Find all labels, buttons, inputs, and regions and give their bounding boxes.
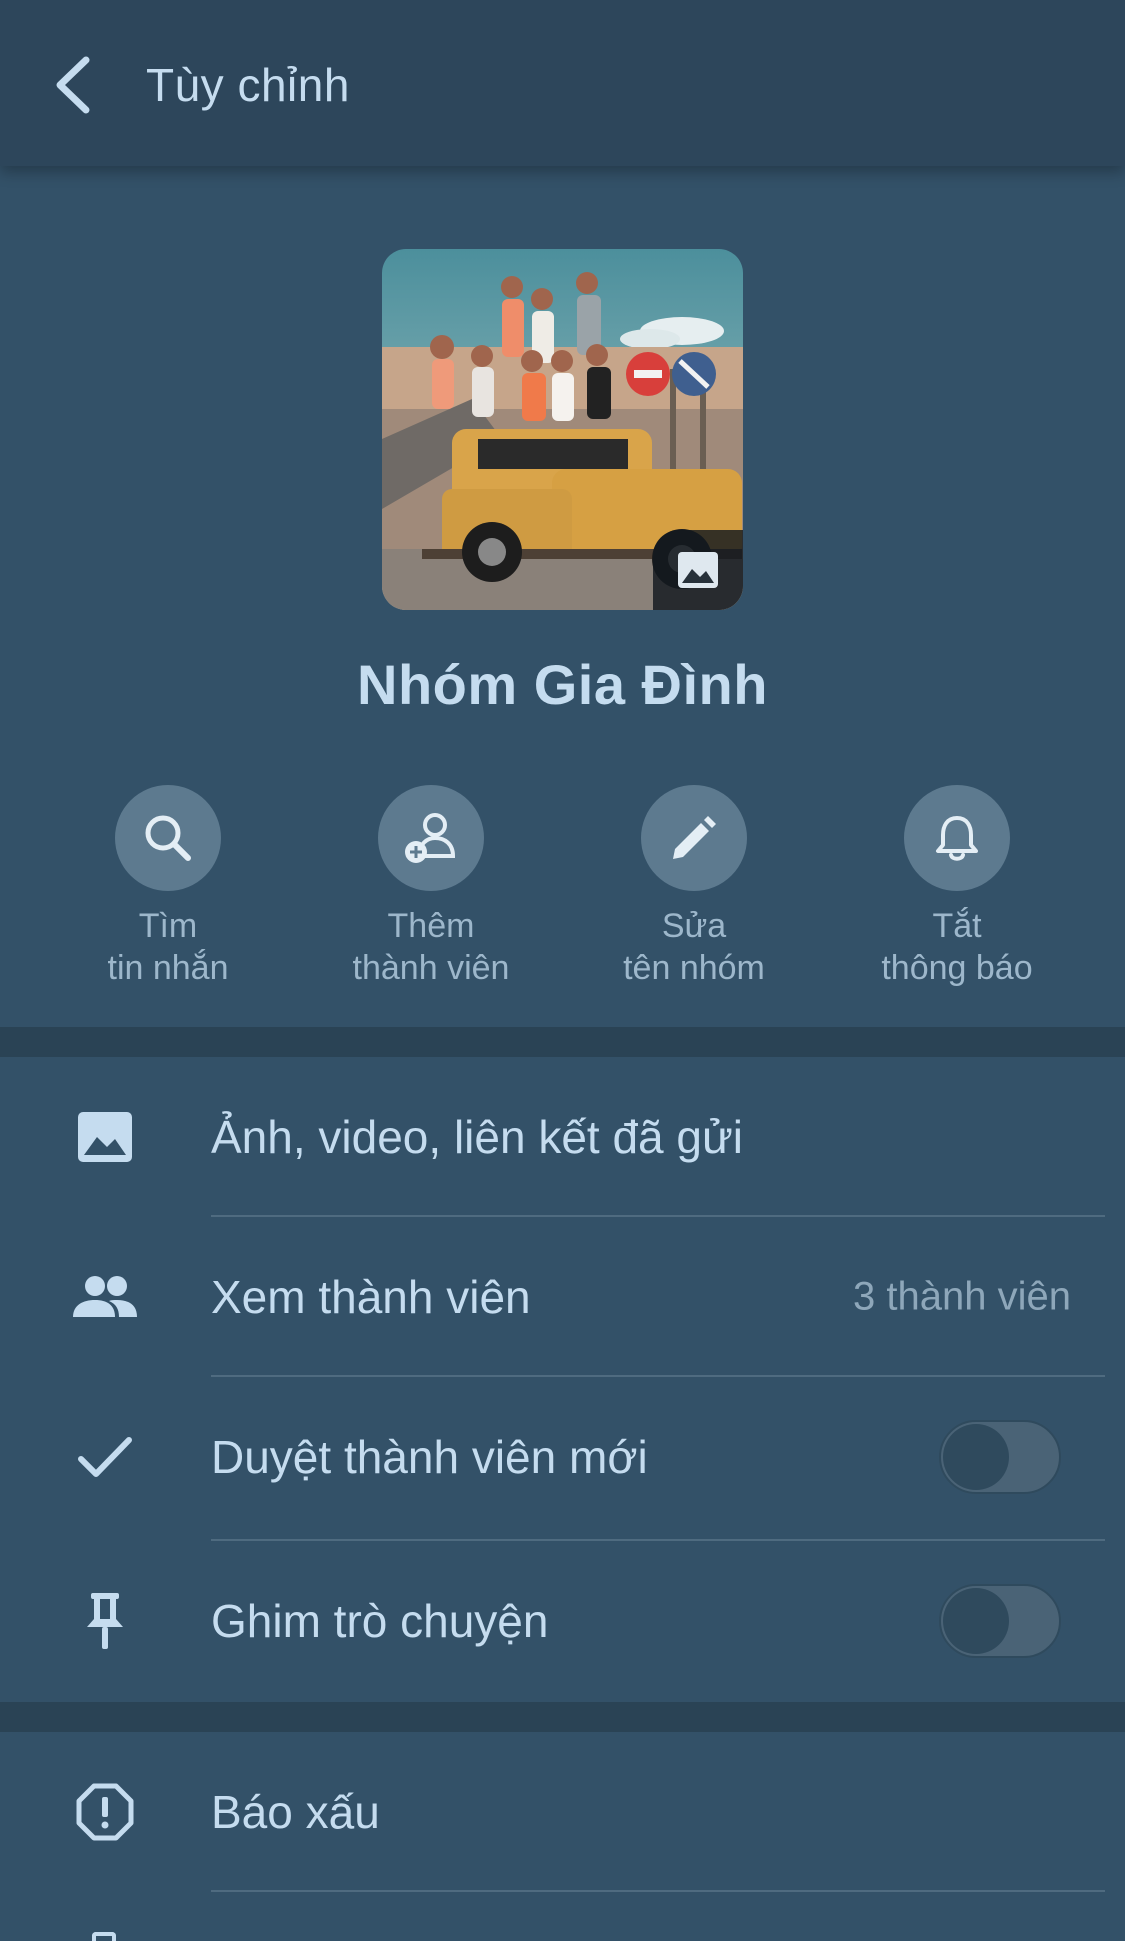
- pin-chat-row: Ghim trò chuyện: [0, 1541, 1125, 1701]
- toggle-knob: [943, 1424, 1009, 1490]
- next-row-icon: [92, 1932, 116, 1941]
- group-name: Nhóm Gia Đình: [357, 653, 768, 716]
- action-label: Sửa tên nhóm: [623, 907, 765, 987]
- section-separator: [0, 1702, 1125, 1732]
- report-row[interactable]: Báo xấu: [0, 1732, 1125, 1892]
- pencil-icon: [641, 785, 747, 891]
- approve-members-toggle[interactable]: [939, 1420, 1061, 1494]
- search-icon: [115, 785, 221, 891]
- image-icon: [70, 1102, 140, 1172]
- rename-group-button[interactable]: Sửa tên nhóm: [574, 785, 814, 989]
- pin-chat-label: Ghim trò chuyện: [211, 1595, 549, 1647]
- page-title: Tùy chỉnh: [146, 59, 350, 111]
- member-count: 3 thành viên: [853, 1274, 1071, 1319]
- add-member-icon: [378, 785, 484, 891]
- quick-actions: Tìm tin nhắn Thêm thành viên Sửa tên nhó…: [0, 785, 1125, 1015]
- media-links-label: Ảnh, video, liên kết đã gửi: [211, 1111, 744, 1163]
- action-label: Tìm tin nhắn: [107, 907, 229, 987]
- pin-icon: [70, 1586, 140, 1656]
- action-label: Tắt thông báo: [881, 907, 1033, 987]
- report-label: Báo xấu: [211, 1786, 380, 1838]
- search-messages-button[interactable]: Tìm tin nhắn: [48, 785, 288, 989]
- section-separator: [0, 1027, 1125, 1057]
- people-icon: [70, 1262, 140, 1332]
- toggle-knob: [943, 1588, 1009, 1654]
- divider: [211, 1890, 1105, 1892]
- media-links-row[interactable]: Ảnh, video, liên kết đã gửi: [0, 1057, 1125, 1217]
- image-icon: [678, 552, 718, 588]
- change-photo-button[interactable]: [653, 530, 743, 610]
- action-label: Thêm thành viên: [352, 907, 510, 987]
- group-avatar[interactable]: [382, 249, 743, 610]
- group-settings-screen: Tùy chỉnh Nhóm Gia Đình Tìm tin nhắn Thê…: [0, 0, 1125, 1941]
- bell-icon: [904, 785, 1010, 891]
- mute-notifications-button[interactable]: Tắt thông báo: [837, 785, 1077, 989]
- chevron-left-icon[interactable]: [48, 52, 98, 118]
- pin-chat-toggle[interactable]: [939, 1584, 1061, 1658]
- alert-icon: [70, 1777, 140, 1847]
- top-bar: Tùy chỉnh: [0, 0, 1125, 166]
- view-members-label: Xem thành viên: [211, 1271, 531, 1323]
- approve-members-label: Duyệt thành viên mới: [211, 1431, 648, 1483]
- view-members-row[interactable]: Xem thành viên 3 thành viên: [0, 1217, 1125, 1377]
- check-icon: [70, 1422, 140, 1492]
- add-member-button[interactable]: Thêm thành viên: [311, 785, 551, 989]
- approve-members-row: Duyệt thành viên mới: [0, 1377, 1125, 1537]
